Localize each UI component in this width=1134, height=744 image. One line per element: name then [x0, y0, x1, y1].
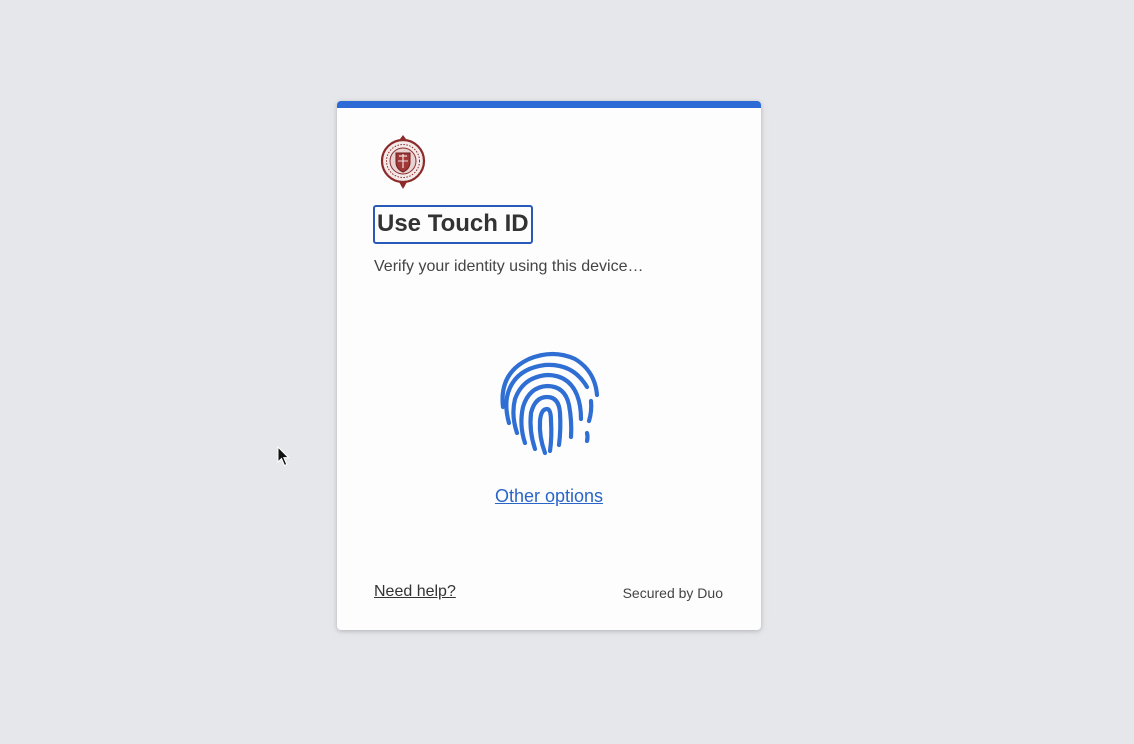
other-options-link[interactable]: Other options	[337, 486, 761, 507]
university-seal-icon	[379, 133, 427, 191]
mouse-pointer-icon	[277, 445, 291, 468]
need-help-link[interactable]: Need help?	[374, 583, 456, 601]
secured-by-duo-label: Secured by Duo	[622, 585, 723, 601]
auth-prompt-card: Use Touch ID Verify your identity using …	[337, 101, 761, 630]
verify-identity-message: Verify your identity using this device…	[374, 258, 644, 275]
page-background: Use Touch ID Verify your identity using …	[0, 0, 1134, 744]
page-title: Use Touch ID	[373, 205, 533, 244]
card-accent-bar	[337, 101, 761, 108]
fingerprint-icon	[495, 349, 605, 459]
